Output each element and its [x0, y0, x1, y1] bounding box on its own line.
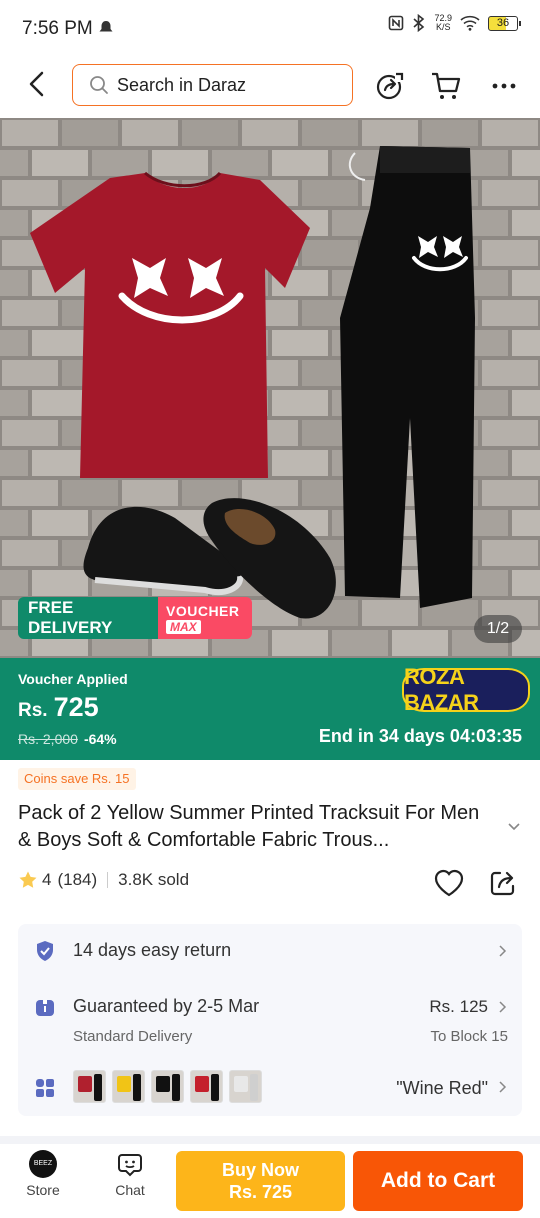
variant-thumb-wine-red[interactable] — [73, 1070, 106, 1103]
delivery-location: To Block 15 — [430, 1028, 508, 1045]
chevron-right-icon — [499, 1081, 507, 1093]
wifi-icon — [460, 15, 480, 31]
buy-now-button[interactable]: Buy Now Rs. 725 — [176, 1151, 345, 1211]
search-placeholder: Search in Daraz — [117, 74, 247, 95]
notification-icon — [99, 21, 113, 32]
delivery-row[interactable]: Guaranteed by 2-5 Mar Standard Delivery … — [18, 984, 522, 1054]
wishlist-heart-icon[interactable] — [432, 866, 466, 900]
voucher-max-label: VOUCHER MAX — [158, 597, 252, 639]
star-icon — [19, 871, 37, 888]
variant-thumb-white[interactable] — [229, 1070, 262, 1103]
delivery-voucher-badge: FREE DELIVERY VOUCHER MAX — [18, 597, 252, 639]
delivery-type: Standard Delivery — [73, 1028, 193, 1045]
search-icon — [90, 76, 108, 94]
rating-divider — [107, 872, 109, 888]
store-avatar: BEEZ — [29, 1150, 57, 1178]
bluetooth-icon — [413, 14, 425, 32]
search-input[interactable]: Search in Daraz — [72, 64, 353, 106]
product-photo — [0, 118, 540, 658]
voucher-price-band: Voucher Applied Rs. 725 Rs. 2,000 -64% ROZ… — [0, 658, 540, 760]
variant-thumbnails — [73, 1070, 262, 1103]
variant-thumb-yellow[interactable] — [112, 1070, 145, 1103]
cart-icon[interactable] — [430, 70, 462, 102]
status-bar: 7:56 PM 72.9 K/S 36 — [0, 0, 540, 58]
chevron-down-icon[interactable] — [506, 818, 522, 834]
delivery-info-card: 14 days easy return Guaranteed by 2-5 Ma… — [18, 924, 522, 1116]
variant-thumb-black[interactable] — [151, 1070, 184, 1103]
shield-check-icon — [37, 941, 53, 961]
countdown-timer: End in 34 days 04:03:35 — [318, 726, 522, 746]
original-price: Rs. 2,000 -64% — [18, 731, 117, 747]
nfc-icon — [389, 15, 404, 31]
status-time: 7:56 PM — [22, 18, 93, 39]
product-title[interactable]: Pack of 2 Yellow Summer Printed Tracksui… — [18, 800, 498, 854]
section-divider — [0, 1136, 540, 1144]
top-header: Search in Daraz — [0, 58, 540, 114]
more-options-icon[interactable] — [488, 70, 520, 102]
delivery-price: Rs. 125 — [429, 997, 488, 1016]
back-arrow-icon[interactable] — [22, 68, 54, 100]
product-page: 7:56 PM 72.9 K/S 36 Search in Daraz FREE… — [0, 0, 540, 1218]
variants-grid-icon — [36, 1079, 54, 1097]
discount-badge: -64% — [83, 731, 117, 747]
store-logo: ROZA BAZAR — [402, 664, 530, 715]
return-policy-text: 14 days easy return — [73, 940, 232, 960]
store-label: Store — [26, 1182, 60, 1198]
share-arrow-circle-icon[interactable] — [373, 70, 405, 102]
return-policy-row[interactable]: 14 days easy return — [18, 924, 522, 980]
rating-row[interactable]: 4 (184) 3.8K sold — [18, 870, 189, 890]
status-icons: 72.9 K/S 36 — [388, 13, 521, 32]
product-image[interactable] — [0, 118, 540, 658]
chevron-right-icon — [499, 945, 507, 957]
variant-thumb-red[interactable] — [190, 1070, 223, 1103]
voucher-applied-label: Voucher Applied — [18, 671, 128, 687]
rating-value: 4 — [42, 870, 52, 889]
chevron-right-icon — [499, 1001, 507, 1013]
current-price: Rs. 725 — [18, 692, 99, 722]
bottom-action-bar: BEEZ Store Chat Buy Now Rs. 725 Add to C… — [0, 1144, 540, 1218]
selected-variant: "Wine Red" — [396, 1078, 488, 1098]
review-count: (184) — [57, 870, 98, 889]
network-speed: 72.9 K/S — [434, 13, 452, 32]
battery-icon: 36 — [488, 15, 521, 31]
coins-badge: Coins save Rs. 15 — [18, 768, 136, 790]
chat-label: Chat — [115, 1182, 145, 1198]
add-to-cart-button[interactable]: Add to Cart — [353, 1151, 523, 1211]
free-delivery-label: FREE DELIVERY — [18, 597, 158, 639]
store-button[interactable]: BEEZ Store — [13, 1150, 73, 1198]
delivery-guarantee: Guaranteed by 2-5 Mar — [73, 996, 260, 1016]
share-icon[interactable] — [488, 868, 518, 898]
chat-button[interactable]: Chat — [100, 1150, 160, 1198]
image-counter: 1/2 — [474, 615, 522, 643]
chat-icon — [118, 1154, 142, 1177]
sold-count: 3.8K sold — [118, 870, 190, 889]
delivery-box-icon — [36, 1000, 54, 1016]
